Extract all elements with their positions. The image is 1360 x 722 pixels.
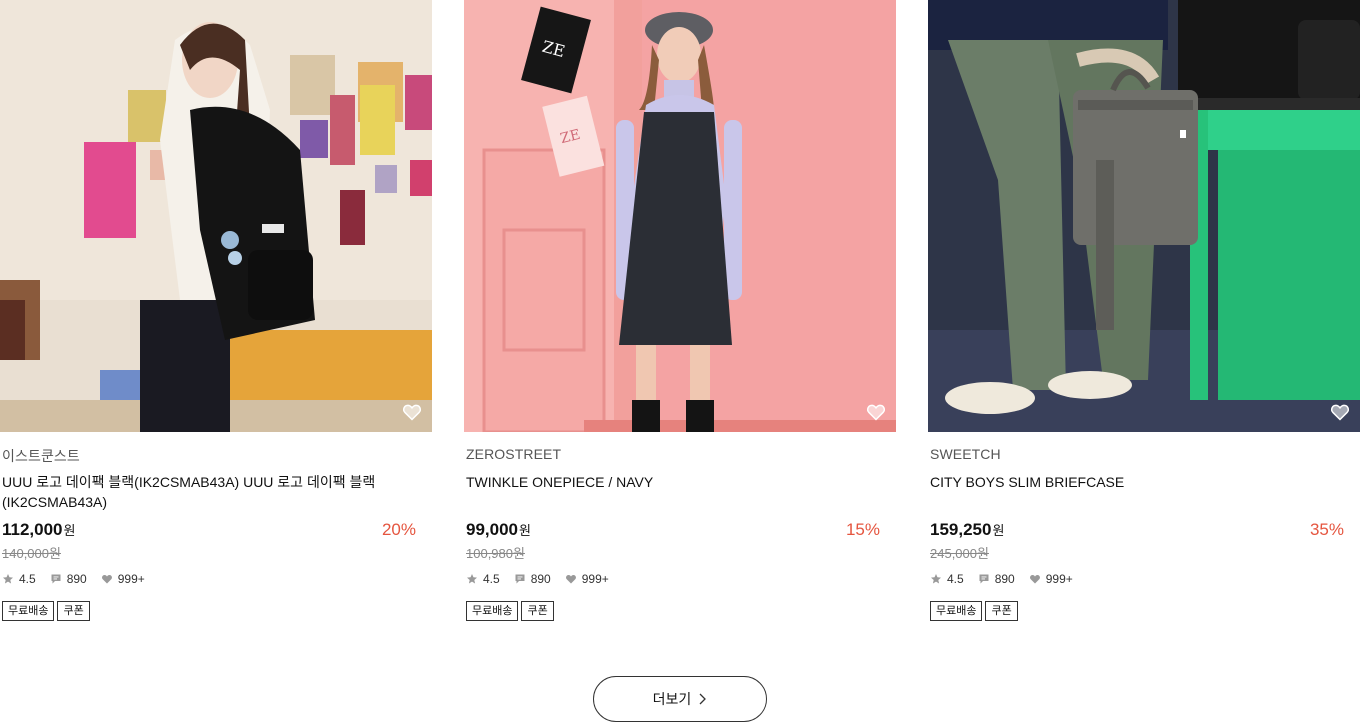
product-name[interactable]: CITY BOYS SLIM BRIEFCASE [930, 472, 1330, 492]
currency-unit: 원 [992, 523, 1005, 538]
product-card[interactable]: 이스트쿤스트 UUU 로고 데이팩 블랙(IK2CSMAB43A) UUU 로고… [0, 0, 432, 621]
rating-value: 4.5 [483, 572, 500, 586]
original-price: 100,980원 [466, 546, 525, 561]
comment-icon [515, 574, 525, 584]
review-count: 890 [514, 572, 551, 586]
like-count: 999+ [565, 572, 609, 586]
product-brand[interactable]: 이스트쿤스트 [2, 446, 80, 466]
heart-icon [565, 575, 576, 584]
price-row: 99,000원 15% [466, 520, 880, 542]
product-brand[interactable]: SWEETCH [930, 446, 1001, 462]
price-value: 112,000 [2, 520, 63, 539]
product-photo-backpack [0, 0, 432, 432]
review-value: 890 [994, 572, 1015, 586]
product-image[interactable] [0, 0, 432, 432]
heart-icon [101, 575, 112, 584]
star-icon [467, 574, 477, 584]
product-tags: 무료배송 쿠폰 [466, 601, 557, 621]
heart-icon [1029, 575, 1040, 584]
currency-unit: 원 [63, 523, 76, 538]
price-value: 99,000 [466, 520, 518, 539]
review-count: 890 [50, 572, 87, 586]
original-price: 140,000원 [2, 546, 61, 561]
like-value: 999+ [581, 572, 609, 586]
rating: 4.5 [2, 572, 36, 586]
star-icon [3, 574, 13, 584]
product-tags: 무료배송 쿠폰 [2, 601, 93, 621]
price-row: 112,000원 20% [2, 520, 416, 542]
product-image[interactable] [928, 0, 1360, 432]
review-value: 890 [530, 572, 551, 586]
price-row: 159,250원 35% [930, 520, 1344, 542]
comment-icon [51, 574, 61, 584]
product-name[interactable]: TWINKLE ONEPIECE / NAVY [466, 472, 866, 492]
like-value: 999+ [117, 572, 145, 586]
review-count: 890 [978, 572, 1015, 586]
product-name[interactable]: UUU 로고 데이팩 블랙(IK2CSMAB43A) UUU 로고 데이팩 블랙… [2, 472, 402, 512]
product-stats: 4.5 890 999+ [2, 571, 159, 587]
price-value: 159,250 [930, 520, 992, 539]
product-image[interactable]: ZE ZE [464, 0, 896, 432]
discount-rate: 20% [381, 520, 416, 539]
wishlist-heart-icon[interactable] [1330, 402, 1350, 422]
tag-coupon: 쿠폰 [521, 601, 554, 621]
star-icon [931, 574, 941, 584]
comment-icon [979, 574, 989, 584]
tag-coupon: 쿠폰 [985, 601, 1018, 621]
product-card[interactable]: SWEETCH CITY BOYS SLIM BRIEFCASE 159,250… [928, 0, 1360, 621]
load-more-label: 더보기 [652, 691, 692, 707]
product-stats: 4.5 890 999+ [466, 571, 623, 587]
rating-value: 4.5 [947, 572, 964, 586]
wishlist-heart-icon[interactable] [402, 402, 422, 422]
wishlist-heart-icon[interactable] [866, 402, 886, 422]
rating: 4.5 [930, 572, 964, 586]
product-brand[interactable]: ZEROSTREET [466, 446, 561, 462]
sale-price: 159,250원 [930, 520, 1004, 540]
tag-coupon: 쿠폰 [57, 601, 90, 621]
chevron-right-icon [699, 693, 707, 705]
tag-free-shipping: 무료배송 [2, 601, 55, 621]
review-value: 890 [66, 572, 87, 586]
sale-price: 99,000원 [466, 520, 531, 540]
tag-free-shipping: 무료배송 [930, 601, 983, 621]
product-stats: 4.5 890 999+ [930, 571, 1087, 587]
tag-free-shipping: 무료배송 [466, 601, 519, 621]
discount-rate: 35% [1309, 520, 1344, 539]
product-grid: 이스트쿤스트 UUU 로고 데이팩 블랙(IK2CSMAB43A) UUU 로고… [0, 0, 1360, 640]
load-more-button[interactable]: 더보기 [593, 676, 767, 722]
product-tags: 무료배송 쿠폰 [930, 601, 1021, 621]
product-photo-dress: ZE ZE [464, 0, 896, 432]
sale-price: 112,000원 [2, 520, 75, 540]
currency-unit: 원 [519, 523, 531, 538]
like-count: 999+ [101, 572, 145, 586]
discount-rate: 15% [845, 520, 880, 539]
rating-value: 4.5 [19, 572, 36, 586]
like-value: 999+ [1045, 572, 1073, 586]
product-card[interactable]: ZE ZE ZEROSTREET TWINKLE ONEPIECE / NAVY… [464, 0, 896, 621]
product-photo-briefcase [928, 0, 1360, 432]
original-price: 245,000원 [930, 546, 989, 561]
like-count: 999+ [1029, 572, 1073, 586]
rating: 4.5 [466, 572, 500, 586]
